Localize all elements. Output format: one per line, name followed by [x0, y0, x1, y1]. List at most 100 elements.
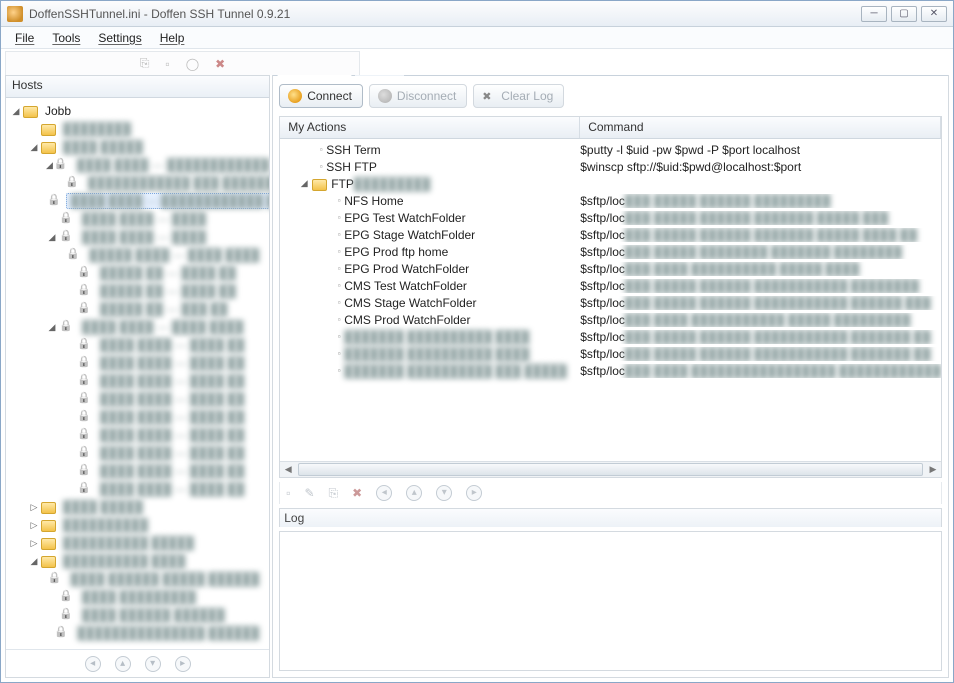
tree-node[interactable]: ████ ████ — ████ ██ — [10, 426, 269, 444]
folder-icon — [41, 538, 56, 550]
hosts-tree[interactable]: ◢Jobb ████████◢████ █████◢████ ████ — ██… — [6, 98, 269, 649]
maximize-button[interactable]: ▢ — [891, 6, 917, 22]
tree-node[interactable]: ◢████ █████ — [10, 138, 269, 156]
tree-root[interactable]: ◢Jobb — [10, 102, 269, 120]
menu-tools[interactable]: Tools — [44, 29, 88, 47]
action-row[interactable]: ▫CMS Prod WatchFolder$sftp/loc███ ████ █… — [280, 311, 941, 328]
tree-node[interactable]: ████ ████ — ████ ██ — [10, 336, 269, 354]
expander-icon[interactable]: ◢ — [298, 178, 310, 189]
log-btn-2[interactable]: ✎ — [304, 486, 314, 500]
log-nav-4[interactable]: ▸ — [466, 485, 482, 501]
scroll-thumb[interactable] — [298, 463, 923, 476]
col-command[interactable]: Command — [580, 117, 941, 138]
expander-icon[interactable]: ▷ — [28, 520, 40, 531]
scroll-left-icon[interactable]: ◀ — [280, 464, 296, 475]
clear-log-button[interactable]: Clear Log — [473, 84, 564, 108]
tree-node[interactable]: ▷████ █████ — [10, 498, 269, 516]
tree-node-label: ████ █████████ — [78, 590, 200, 604]
tree-node[interactable]: ◢██████████ ████ — [10, 552, 269, 570]
disconnect-button[interactable]: Disconnect — [369, 84, 467, 108]
tree-node[interactable]: ████ ████ — ████ ██ — [10, 372, 269, 390]
menu-file[interactable]: File — [7, 29, 42, 47]
tree-node[interactable]: ████████████ ███ ███████ — [10, 174, 269, 192]
tree-node[interactable]: ████ ████ — ████ ██ — [10, 354, 269, 372]
clear-log-button-label: Clear Log — [501, 89, 553, 103]
tree-node[interactable]: ████ ██████ █████ ██████ — [10, 570, 269, 588]
action-label: FTP — [331, 177, 354, 191]
tree-node[interactable]: ████ ████ — ████ ██ — [10, 408, 269, 426]
toolbar-btn-3[interactable]: ◯ — [186, 57, 199, 71]
tree-selected-node[interactable]: ████ ████ — ████████████ ████ — [10, 192, 269, 210]
log-nav-2[interactable]: ▴ — [406, 485, 422, 501]
log-btn-3[interactable]: ⎘ — [329, 486, 339, 501]
tree-node[interactable]: █████ ██ — ████ ██ — [10, 282, 269, 300]
nav-down-button[interactable]: ▾ — [145, 656, 161, 672]
close-button[interactable]: ✕ — [921, 6, 947, 22]
tree-node[interactable]: █████ ██ — ████ ██ — [10, 264, 269, 282]
tree-node[interactable]: ████ ██████ ██████ — [10, 606, 269, 624]
action-row[interactable]: ▫CMS Test WatchFolder$sftp/loc███ █████ … — [280, 277, 941, 294]
action-row[interactable]: ▫SSH FTP$winscp sftp://$uid:$pwd@localho… — [280, 158, 941, 175]
tree-node[interactable]: ████ █████████ — [10, 588, 269, 606]
tree-node[interactable]: ▷██████████ — [10, 516, 269, 534]
tree-node[interactable]: ████ ████ — ████ ██ — [10, 444, 269, 462]
expander-icon[interactable]: ◢ — [46, 160, 53, 171]
action-row[interactable]: ▫SSH Term$putty -l $uid -pw $pwd -P $por… — [280, 141, 941, 158]
action-row[interactable]: ▫███████ ██████████ ████$sftp/loc███ ███… — [280, 328, 941, 345]
toolbar-btn-1[interactable]: ⎘ — [140, 56, 150, 71]
folder-icon — [41, 556, 56, 568]
connect-button-label: Connect — [307, 89, 352, 103]
log-nav-3[interactable]: ▾ — [436, 485, 452, 501]
expander-icon[interactable]: ◢ — [28, 142, 40, 153]
nav-first-button[interactable]: ◂ — [85, 656, 101, 672]
action-row[interactable]: ▫███████ ██████████ ███ █████$sftp/loc██… — [280, 362, 941, 379]
log-nav-1[interactable]: ◂ — [376, 485, 392, 501]
tree-node[interactable]: ████ ████ — ████ ██ — [10, 390, 269, 408]
col-my-actions[interactable]: My Actions — [280, 117, 580, 138]
minimize-button[interactable]: ─ — [861, 6, 887, 22]
expander-icon[interactable]: ◢ — [46, 232, 58, 243]
actions-grid-body[interactable]: ▫SSH Term$putty -l $uid -pw $pwd -P $por… — [280, 139, 941, 461]
connect-button[interactable]: Connect — [279, 84, 363, 108]
app-window: DoffenSSHTunnel.ini - Doffen SSH Tunnel … — [0, 0, 954, 683]
expander-icon[interactable]: ▷ — [28, 502, 40, 513]
tree-node-label: ████ ████ — ████ ██ — [96, 464, 248, 478]
tree-node[interactable]: ████ ████ — ████ ██ — [10, 480, 269, 498]
tree-node[interactable]: ◢████ ████ — ████ ████ — [10, 318, 269, 336]
log-area[interactable] — [279, 531, 942, 671]
action-bullet-icon: ▫ — [334, 230, 344, 239]
tree-node[interactable]: ████████ — [10, 120, 269, 138]
action-row[interactable]: ▫EPG Prod ftp home$sftp/loc███ █████ ███… — [280, 243, 941, 260]
log-delete-icon[interactable]: ✖ — [352, 486, 362, 500]
action-row[interactable]: ▫███████ ██████████ ████$sftp/loc███ ███… — [280, 345, 941, 362]
action-row[interactable]: ▫EPG Test WatchFolder$sftp/loc███ █████ … — [280, 209, 941, 226]
tree-node[interactable]: ████ ████ — ████ ██ — [10, 462, 269, 480]
expander-icon[interactable]: ◢ — [46, 322, 58, 333]
action-row[interactable]: ▫EPG Stage WatchFolder$sftp/loc███ █████… — [280, 226, 941, 243]
actions-hscrollbar[interactable]: ◀ ▶ — [280, 461, 941, 477]
expander-icon[interactable]: ◢ — [28, 556, 40, 567]
scroll-right-icon[interactable]: ▶ — [925, 464, 941, 475]
log-btn-1[interactable]: ▫ — [286, 486, 290, 500]
action-row[interactable]: ▫EPG Prod WatchFolder$sftp/loc███ ████ █… — [280, 260, 941, 277]
tree-node[interactable]: ◢████ ████ — ████ — [10, 228, 269, 246]
nav-last-button[interactable]: ▸ — [175, 656, 191, 672]
tree-node[interactable]: ████ ████ — ████ — [10, 210, 269, 228]
tree-node[interactable]: ███████████████ ██████ — [10, 624, 269, 642]
menu-settings[interactable]: Settings — [90, 29, 149, 47]
tree-node[interactable]: ◢████ ████ — ████████████ ████ — [10, 156, 269, 174]
expander-icon[interactable]: ▷ — [28, 538, 40, 549]
tree-node[interactable]: ▷██████████ █████ — [10, 534, 269, 552]
tab-connect[interactable]: Connect — [277, 75, 352, 76]
toolbar-btn-2[interactable]: ▫ — [165, 57, 169, 71]
expander-icon[interactable]: ◢ — [10, 106, 22, 117]
tree-node[interactable]: █████ ████ — ████ ████ — [10, 246, 269, 264]
action-row[interactable]: ▫CMS Stage WatchFolder$sftp/loc███ █████… — [280, 294, 941, 311]
tab-edit[interactable]: Edit — [354, 75, 405, 76]
menu-help[interactable]: Help — [152, 29, 193, 47]
nav-up-button[interactable]: ▴ — [115, 656, 131, 672]
tree-node[interactable]: █████ ██ — ███ ██ — [10, 300, 269, 318]
delete-icon[interactable]: ✖ — [215, 57, 225, 71]
action-row[interactable]: ◢FTP █████████ — [280, 175, 941, 192]
action-row[interactable]: ▫NFS Home$sftp/loc███ █████ ██████ █████… — [280, 192, 941, 209]
